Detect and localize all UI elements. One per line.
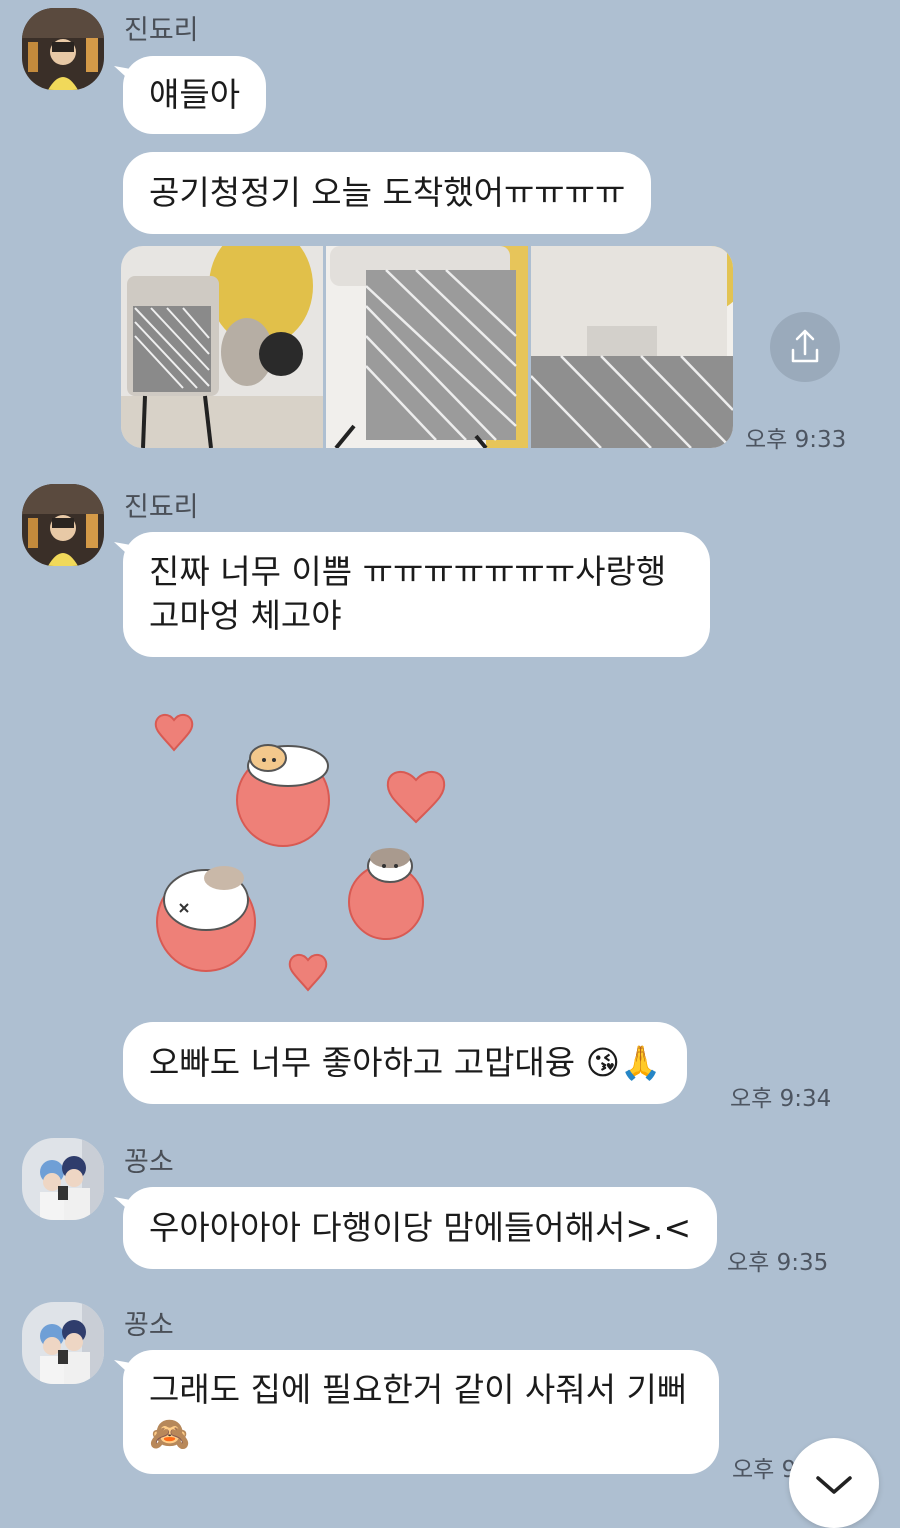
message-text: 🙈 [149, 1414, 191, 1453]
message-bubble[interactable]: 오빠도 너무 좋아하고 고맙대융 😘🙏 [123, 1022, 688, 1104]
avatar[interactable] [22, 1138, 104, 1220]
chevron-down-icon [816, 1476, 852, 1494]
avatar[interactable] [22, 8, 104, 90]
hamster-hearts-sticker-icon [154, 714, 446, 992]
message-bubble[interactable]: 그래도 집에 필요한거 같이 사줘서 기뻐 🙈 [123, 1350, 719, 1474]
photo-thumbnail[interactable] [531, 246, 733, 448]
sender-name: 진됴리 [124, 492, 199, 523]
message-bubble[interactable]: 얘들아 [123, 56, 267, 134]
share-icon [791, 329, 819, 363]
message-text: 그래도 집에 필요한거 같이 사줘서 기뻐 [149, 1370, 688, 1409]
message-text: 얘들아 [149, 75, 241, 114]
sender-name: 꽁소 [124, 1310, 174, 1341]
message-time: 오후 9:34 [730, 1086, 832, 1112]
message-time: 오후 9:33 [745, 427, 847, 453]
message-text: 진짜 너무 이쁨 ㅠㅠㅠㅠㅠㅠㅠ사랑행 [149, 552, 667, 591]
scroll-to-bottom-button[interactable] [789, 1438, 879, 1528]
sender-name: 꽁소 [124, 1147, 174, 1178]
photo-thumbnail[interactable] [121, 246, 323, 448]
message-bubble[interactable]: 공기청정기 오늘 도착했어ㅠㅠㅠㅠ [123, 152, 652, 234]
avatar[interactable] [22, 1302, 104, 1384]
message-text: 오빠도 너무 좋아하고 고맙대융 😘🙏 [149, 1043, 662, 1082]
sticker[interactable] [140, 700, 460, 1000]
message-text: 우아아아아 다행이당 맘에들어해서>.< [149, 1208, 692, 1247]
share-button[interactable] [770, 312, 840, 382]
message-text: 공기청정기 오늘 도착했어ㅠㅠㅠㅠ [149, 173, 626, 212]
message-time: 오후 9:35 [727, 1250, 829, 1276]
message-bubble[interactable]: 진짜 너무 이쁨 ㅠㅠㅠㅠㅠㅠㅠ사랑행 고마엉 체고야 [123, 532, 710, 657]
photo-thumbnail[interactable] [326, 246, 528, 448]
message-bubble[interactable]: 우아아아아 다행이당 맘에들어해서>.< [123, 1187, 718, 1269]
sender-name: 진됴리 [124, 15, 199, 46]
avatar[interactable] [22, 484, 104, 566]
message-text: 고마엉 체고야 [149, 596, 342, 635]
